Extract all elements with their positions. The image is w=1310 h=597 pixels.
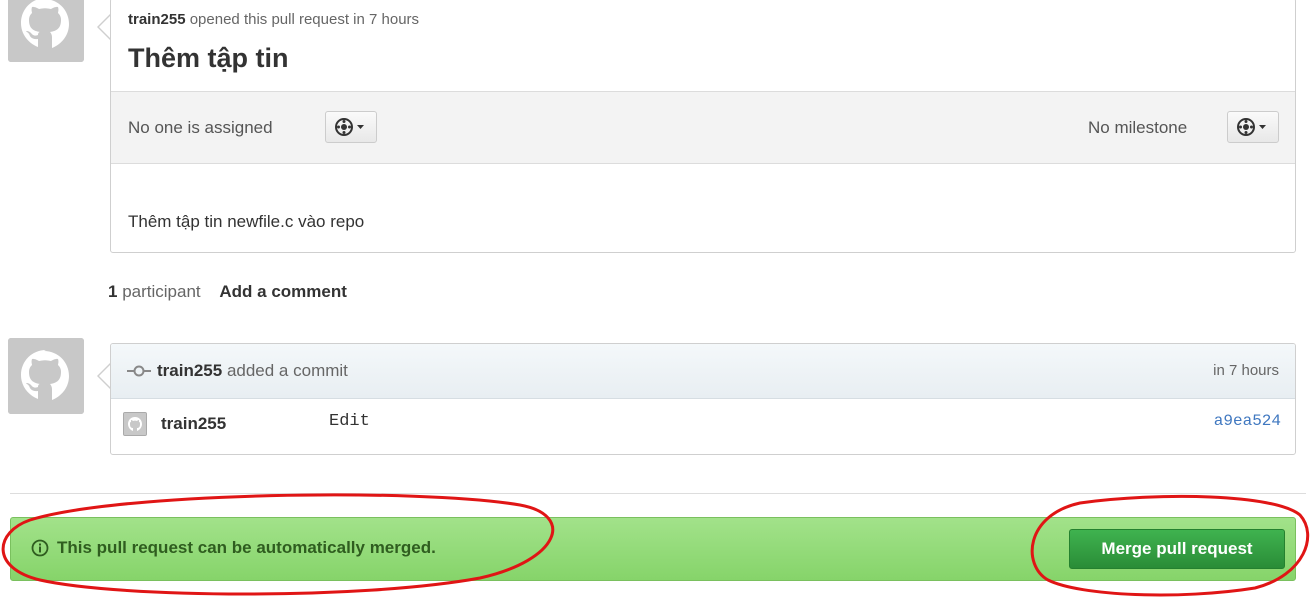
- commit-author[interactable]: train255: [161, 414, 226, 434]
- commit-event: train255 added a commit in 7 hours train…: [110, 343, 1296, 455]
- timeline-divider: [10, 493, 1306, 494]
- octocat-icon: [8, 0, 84, 62]
- pull-request-title: Thêm tập tin: [128, 43, 289, 73]
- gear-icon: [335, 118, 364, 136]
- milestone-gear-button[interactable]: [1227, 111, 1279, 143]
- commit-mini-avatar[interactable]: [123, 412, 147, 436]
- add-comment-link[interactable]: Add a comment: [219, 282, 347, 301]
- merge-pull-request-button[interactable]: Merge pull request: [1069, 529, 1285, 569]
- commit-event-header: train255 added a commit in 7 hours: [111, 344, 1295, 399]
- gear-icon: [1237, 118, 1266, 136]
- commit-sha-link[interactable]: a9ea524: [1214, 412, 1281, 430]
- opened-meta: train255 opened this pull request in 7 h…: [128, 11, 419, 28]
- milestone-label: No milestone: [1088, 118, 1188, 137]
- discussion-caret: [97, 14, 111, 40]
- commit-event-author[interactable]: train255: [157, 361, 222, 380]
- pull-request-body: Thêm tập tin newfile.c vào repo: [128, 212, 365, 231]
- merge-status: This pull request can be automatically m…: [31, 538, 436, 558]
- participant-label: participant: [122, 282, 201, 301]
- commit-message[interactable]: Edit: [329, 412, 370, 431]
- assignment-bar: No one is assigned No milestone: [111, 91, 1295, 164]
- merge-status-text: This pull request can be automatically m…: [57, 538, 436, 557]
- commit-author-avatar[interactable]: [8, 338, 84, 414]
- octocat-icon: [8, 338, 84, 414]
- chevron-down-icon: [357, 125, 364, 129]
- participants-line: 1 participant Add a comment: [108, 282, 347, 302]
- pull-request-discussion: train255 opened this pull request in 7 h…: [110, 0, 1296, 253]
- chevron-down-icon: [1259, 125, 1266, 129]
- assignee-label: No one is assigned: [128, 118, 273, 137]
- author-link[interactable]: train255: [128, 11, 186, 28]
- commit-event-action: added a commit: [226, 361, 348, 380]
- opened-text: opened this pull request in 7 hours: [189, 11, 420, 28]
- merge-status-bar: This pull request can be automatically m…: [10, 517, 1296, 581]
- info-icon: [31, 539, 49, 557]
- commit-event-time: in 7 hours: [1213, 362, 1279, 379]
- git-commit-icon: [127, 365, 151, 377]
- participant-count: 1: [108, 282, 118, 301]
- commit-event-text: train255 added a commit: [157, 361, 348, 381]
- assignee-gear-button[interactable]: [325, 111, 377, 143]
- octocat-icon: [124, 413, 146, 435]
- commit-caret: [97, 363, 111, 389]
- author-avatar[interactable]: [8, 0, 84, 62]
